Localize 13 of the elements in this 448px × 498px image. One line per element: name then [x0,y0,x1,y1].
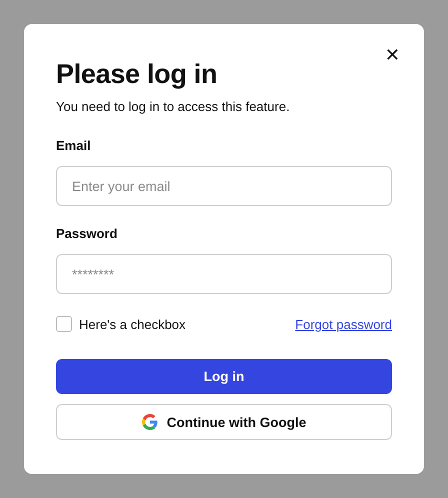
google-icon [142,414,158,430]
checkbox[interactable] [56,316,72,332]
close-button[interactable]: ✕ [384,46,400,66]
forgot-password-link[interactable]: Forgot password [295,316,392,332]
input-field[interactable]: ******** [56,254,392,294]
dialog-subtitle: You need to log in to access this feature. [56,98,291,116]
dialog-title: Please log in [56,58,218,90]
field-label: Password [56,226,118,242]
login-button[interactable]: Log in [56,359,392,394]
google-button[interactable]: Continue with Google [56,404,392,440]
input-field[interactable]: Enter your email [56,166,392,206]
field-label: Email [56,138,92,154]
checkbox-label: Here's a checkbox [79,316,186,332]
